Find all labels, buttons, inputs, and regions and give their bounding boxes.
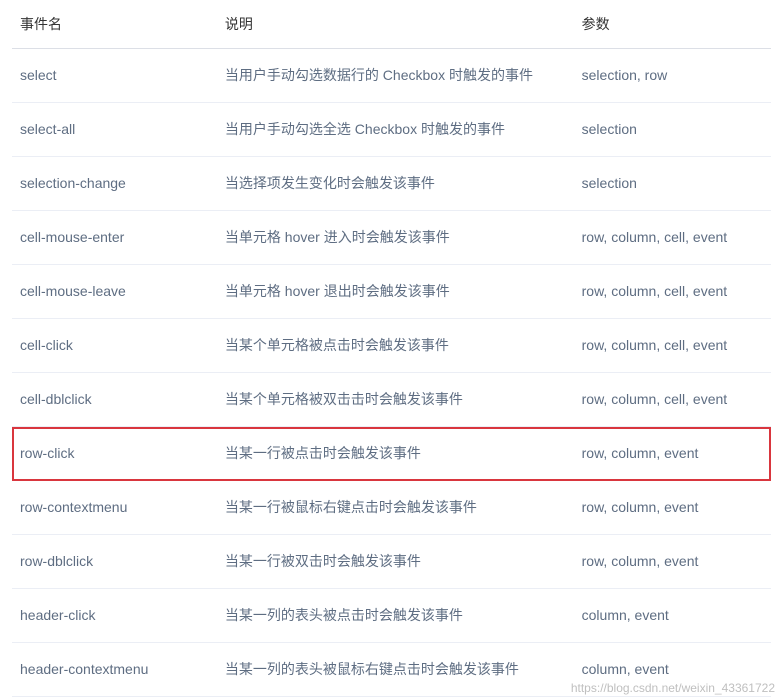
event-name-cell: cell-click — [12, 319, 217, 373]
event-desc-cell: 当单元格 hover 进入时会触发该事件 — [217, 211, 574, 265]
table-row: header-click当某一列的表头被点击时会触发该事件column, eve… — [12, 589, 771, 643]
event-desc-cell: 当某个单元格被双击击时会触发该事件 — [217, 373, 574, 427]
event-params-cell: selection, row — [574, 49, 771, 103]
table-row: cell-mouse-enter当单元格 hover 进入时会触发该事件row,… — [12, 211, 771, 265]
table-row: row-dblclick当某一行被双击时会触发该事件row, column, e… — [12, 535, 771, 589]
event-name-cell: row-dblclick — [12, 535, 217, 589]
event-desc-cell: 当某一行被双击时会触发该事件 — [217, 535, 574, 589]
table-row: cell-click当某个单元格被点击时会触发该事件row, column, c… — [12, 319, 771, 373]
table-row: cell-dblclick当某个单元格被双击击时会触发该事件row, colum… — [12, 373, 771, 427]
event-desc-cell: 当单元格 hover 退出时会触发该事件 — [217, 265, 574, 319]
event-desc-cell: 当选择项发生变化时会触发该事件 — [217, 157, 574, 211]
table-header-row: 事件名 说明 参数 — [12, 0, 771, 49]
event-desc-cell: 当某个单元格被点击时会触发该事件 — [217, 319, 574, 373]
header-description: 说明 — [217, 0, 574, 49]
table-row: cell-mouse-leave当单元格 hover 退出时会触发该事件row,… — [12, 265, 771, 319]
event-params-cell: selection — [574, 103, 771, 157]
event-name-cell: row-click — [12, 427, 217, 481]
event-params-cell: selection — [574, 157, 771, 211]
event-name-cell: cell-mouse-enter — [12, 211, 217, 265]
event-params-cell: row, column, cell, event — [574, 265, 771, 319]
event-desc-cell: 当用户手动勾选全选 Checkbox 时触发的事件 — [217, 103, 574, 157]
event-desc-cell: 当某一行被鼠标右键点击时会触发该事件 — [217, 481, 574, 535]
event-name-cell: header-contextmenu — [12, 643, 217, 697]
event-desc-cell: 当某一列的表头被点击时会触发该事件 — [217, 589, 574, 643]
watermark-text: https://blog.csdn.net/weixin_43361722 — [571, 681, 775, 695]
header-event-name: 事件名 — [12, 0, 217, 49]
event-params-cell: row, column, event — [574, 481, 771, 535]
event-name-cell: select-all — [12, 103, 217, 157]
table-row: row-contextmenu当某一行被鼠标右键点击时会触发该事件row, co… — [12, 481, 771, 535]
event-name-cell: cell-mouse-leave — [12, 265, 217, 319]
event-name-cell: header-click — [12, 589, 217, 643]
event-name-cell: select — [12, 49, 217, 103]
table-row: selection-change当选择项发生变化时会触发该事件selection — [12, 157, 771, 211]
event-desc-cell: 当某一列的表头被鼠标右键点击时会触发该事件 — [217, 643, 574, 697]
event-name-cell: cell-dblclick — [12, 373, 217, 427]
table-body: select当用户手动勾选数据行的 Checkbox 时触发的事件selecti… — [12, 49, 771, 697]
event-params-cell: row, column, cell, event — [574, 373, 771, 427]
event-params-cell: row, column, event — [574, 427, 771, 481]
table-row: row-click当某一行被点击时会触发该事件row, column, even… — [12, 427, 771, 481]
table-row: select当用户手动勾选数据行的 Checkbox 时触发的事件selecti… — [12, 49, 771, 103]
events-table-container: 事件名 说明 参数 select当用户手动勾选数据行的 Checkbox 时触发… — [0, 0, 783, 697]
event-desc-cell: 当某一行被点击时会触发该事件 — [217, 427, 574, 481]
event-params-cell: column, event — [574, 589, 771, 643]
table-row: select-all当用户手动勾选全选 Checkbox 时触发的事件selec… — [12, 103, 771, 157]
event-params-cell: row, column, event — [574, 535, 771, 589]
event-name-cell: row-contextmenu — [12, 481, 217, 535]
event-params-cell: row, column, cell, event — [574, 319, 771, 373]
event-name-cell: selection-change — [12, 157, 217, 211]
header-params: 参数 — [574, 0, 771, 49]
event-params-cell: row, column, cell, event — [574, 211, 771, 265]
event-desc-cell: 当用户手动勾选数据行的 Checkbox 时触发的事件 — [217, 49, 574, 103]
events-table: 事件名 说明 参数 select当用户手动勾选数据行的 Checkbox 时触发… — [12, 0, 771, 697]
